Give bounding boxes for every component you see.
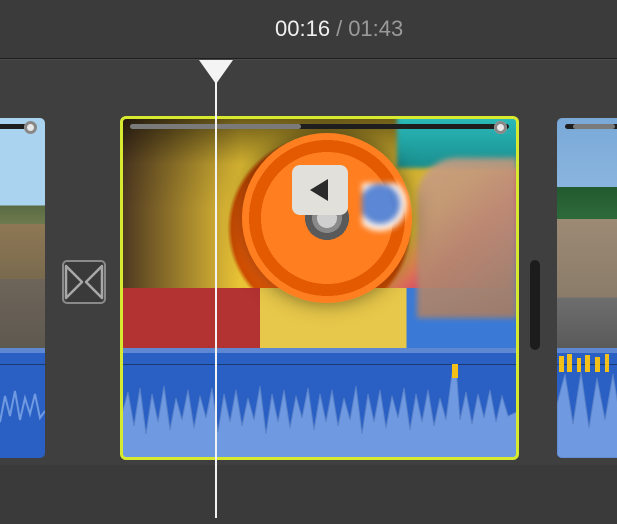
timecode-bar: 00:16 / 01:43 [0, 0, 617, 58]
timeline-clip-right[interactable] [557, 118, 617, 458]
clip-marker-icon[interactable] [494, 121, 507, 134]
clip-audio-track[interactable] [122, 348, 517, 458]
clip-audio-track[interactable] [557, 348, 617, 458]
reverse-play-button[interactable] [292, 165, 348, 215]
timecode-separator: / [336, 16, 342, 42]
clip-thumbnail [0, 118, 45, 348]
timecode-current: 00:16 [275, 16, 330, 42]
clip-speed-bar[interactable] [565, 124, 617, 129]
audio-waveform-icon [0, 364, 45, 458]
reverse-triangle-icon [306, 176, 334, 204]
timecode-total: 01:43 [348, 16, 403, 42]
audio-waveform-icon [557, 364, 617, 458]
clip-audio-track[interactable] [0, 348, 45, 458]
transition-icon[interactable] [62, 260, 106, 304]
timeline-scroll-handle[interactable] [530, 260, 540, 350]
timeline[interactable] [0, 60, 617, 465]
clip-thumbnail [557, 118, 617, 348]
audio-waveform-icon [122, 364, 517, 458]
clip-marker-icon[interactable] [24, 121, 37, 134]
timeline-clip-left[interactable] [0, 118, 45, 458]
clip-thumbnail [122, 118, 517, 348]
clip-speed-bar[interactable] [130, 124, 509, 129]
